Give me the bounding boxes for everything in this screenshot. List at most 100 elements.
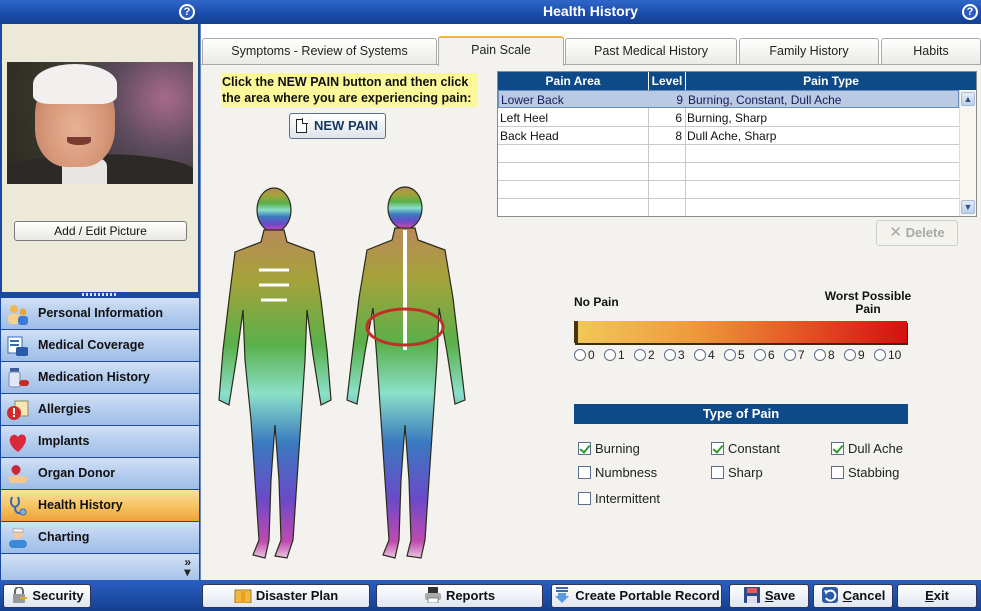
create-portable-record-button[interactable]: Create Portable Record xyxy=(551,584,722,608)
pain-level-radio-0[interactable]: 0 xyxy=(574,348,595,364)
pain-gradient-bar xyxy=(574,321,907,343)
profile-photo xyxy=(7,62,193,184)
close-icon: ✕ xyxy=(889,224,902,241)
column-header-level[interactable]: Level xyxy=(649,74,685,88)
tab-past-medical-history[interactable]: Past Medical History xyxy=(565,38,737,64)
tab-pain-scale[interactable]: Pain Scale xyxy=(438,36,564,66)
pain-area-cell: Back Head xyxy=(500,129,559,143)
table-row-empty[interactable] xyxy=(498,145,959,163)
reports-button[interactable]: Reports xyxy=(376,584,543,608)
pain-level-radio-6[interactable]: 6 xyxy=(754,348,775,364)
pain-level-radio-4[interactable]: 4 xyxy=(694,348,715,364)
table-row-empty[interactable] xyxy=(498,199,959,217)
add-edit-picture-button[interactable]: Add / Edit Picture xyxy=(14,221,187,241)
people-icon xyxy=(8,305,28,325)
pain-table: Pain Area Level Pain Type Lower Back 9 B… xyxy=(497,71,977,217)
table-scrollbar[interactable]: ▲ ▼ xyxy=(959,90,976,216)
doctor-icon xyxy=(9,528,27,548)
sidebar-item-medication-history[interactable]: Medication History xyxy=(0,362,200,394)
exit-button[interactable]: Exit xyxy=(897,584,977,608)
security-button[interactable]: Security xyxy=(3,584,91,608)
download-arrow-icon xyxy=(555,587,570,603)
pain-table-header: Pain Area Level Pain Type xyxy=(498,72,976,90)
checkbox-numbness[interactable]: Numbness xyxy=(578,465,657,481)
pain-type-cell: Burning, Constant, Dull Ache xyxy=(688,93,842,107)
scroll-up-icon[interactable]: ▲ xyxy=(961,92,975,106)
sidebar-item-allergies[interactable]: Allergies xyxy=(0,394,200,426)
disaster-plan-button[interactable]: Disaster Plan xyxy=(202,584,370,608)
tab-bar: Symptoms - Review of Systems Pain Scale … xyxy=(201,24,981,66)
front-body-figure[interactable] xyxy=(218,187,332,559)
stethoscope-icon xyxy=(10,496,27,516)
level-cell: 8 xyxy=(675,129,682,143)
level-cell: 9 xyxy=(676,93,683,107)
allergy-warning-icon xyxy=(7,400,29,420)
insurance-card-icon xyxy=(7,336,28,356)
checkbox-intermittent[interactable]: Intermittent xyxy=(578,491,660,507)
tab-family-history[interactable]: Family History xyxy=(739,38,879,64)
pain-level-radio-2[interactable]: 2 xyxy=(634,348,655,364)
profile-photo-area: Add / Edit Picture xyxy=(2,24,198,292)
sidebar-item-medical-coverage[interactable]: Medical Coverage xyxy=(0,330,200,362)
sidebar-item-personal-information[interactable]: Personal Information xyxy=(0,298,200,330)
pain-level-radio-9[interactable]: 9 xyxy=(844,348,865,364)
worst-pain-label: Worst Possible Pain xyxy=(824,289,912,316)
new-pain-button[interactable]: NEW PAIN xyxy=(289,113,386,139)
delete-button[interactable]: ✕ Delete xyxy=(876,220,958,246)
help-icon[interactable]: ? xyxy=(962,4,978,20)
box-icon xyxy=(234,589,252,603)
type-of-pain-header: Type of Pain xyxy=(574,404,908,424)
column-header-pain-area[interactable]: Pain Area xyxy=(498,74,648,88)
pain-area-cell: Left Heel xyxy=(500,111,549,125)
tab-symptoms-review-of-systems[interactable]: Symptoms - Review of Systems xyxy=(202,38,437,64)
scroll-down-icon[interactable]: ▼ xyxy=(961,200,975,214)
back-body-figure[interactable] xyxy=(346,186,466,559)
medicine-bottle-icon xyxy=(8,368,29,388)
pain-level-radio-10[interactable]: 10 xyxy=(874,348,901,364)
pain-level-radio-3[interactable]: 3 xyxy=(664,348,685,364)
sidebar-item-health-history[interactable]: Health History xyxy=(0,490,200,522)
sidebar-item-charting[interactable]: Charting xyxy=(0,522,200,554)
checkbox-sharp[interactable]: Sharp xyxy=(711,465,763,481)
save-button[interactable]: Save xyxy=(729,584,809,608)
printer-icon xyxy=(424,587,441,603)
tab-habits[interactable]: Habits xyxy=(881,38,981,64)
floppy-disk-icon xyxy=(743,587,760,603)
main-panel: Symptoms - Review of Systems Pain Scale … xyxy=(200,24,981,580)
window-title: Health History xyxy=(543,3,638,19)
left-panel: Add / Edit Picture Personal Information … xyxy=(0,24,200,580)
checkbox-burning[interactable]: Burning xyxy=(578,441,640,457)
checkbox-stabbing[interactable]: Stabbing xyxy=(831,465,899,481)
lock-icon xyxy=(13,587,28,603)
sidebar-nav: Personal Information Medical Coverage Me… xyxy=(0,298,200,580)
table-row-empty[interactable] xyxy=(498,181,959,199)
pain-level-radio-group: 0 1 2 3 4 5 6 7 8 9 10 xyxy=(574,348,919,364)
pain-type-cell: Dull Ache, Sharp xyxy=(687,129,777,143)
checkbox-constant[interactable]: Constant xyxy=(711,441,780,457)
sidebar-item-organ-donor[interactable]: Organ Donor xyxy=(0,458,200,490)
table-row[interactable]: Back Head 8 Dull Ache, Sharp xyxy=(498,127,959,145)
sidebar-more: » ▾ xyxy=(0,554,200,580)
organ-hand-icon xyxy=(8,465,28,483)
instructions-text: Click the NEW PAIN button and then click… xyxy=(221,73,477,107)
sidebar-item-implants[interactable]: Implants xyxy=(0,426,200,458)
pain-level-radio-7[interactable]: 7 xyxy=(784,348,805,364)
checkbox-dull-ache[interactable]: Dull Ache xyxy=(831,441,903,457)
pain-level-radio-5[interactable]: 5 xyxy=(724,348,745,364)
table-row-empty[interactable] xyxy=(498,163,959,181)
column-header-pain-type[interactable]: Pain Type xyxy=(686,74,976,88)
bottom-toolbar: Security Disaster Plan Reports Create Po… xyxy=(0,580,981,611)
pain-level-radio-8[interactable]: 8 xyxy=(814,348,835,364)
no-pain-label: No Pain xyxy=(574,295,619,309)
heart-icon xyxy=(9,434,26,452)
chevron-double-down-icon[interactable]: » ▾ xyxy=(184,556,191,578)
cancel-button[interactable]: Cancel xyxy=(813,584,893,608)
table-row[interactable]: Lower Back 9 Burning, Constant, Dull Ach… xyxy=(498,90,959,108)
pain-level-radio-1[interactable]: 1 xyxy=(604,348,625,364)
help-icon[interactable]: ? xyxy=(179,4,195,20)
undo-icon xyxy=(821,587,838,603)
table-row[interactable]: Left Heel 6 Burning, Sharp xyxy=(498,109,959,127)
body-diagram[interactable] xyxy=(209,180,479,570)
pain-type-cell: Burning, Sharp xyxy=(687,111,768,125)
pain-scale-content: Click the NEW PAIN button and then click… xyxy=(201,64,981,580)
